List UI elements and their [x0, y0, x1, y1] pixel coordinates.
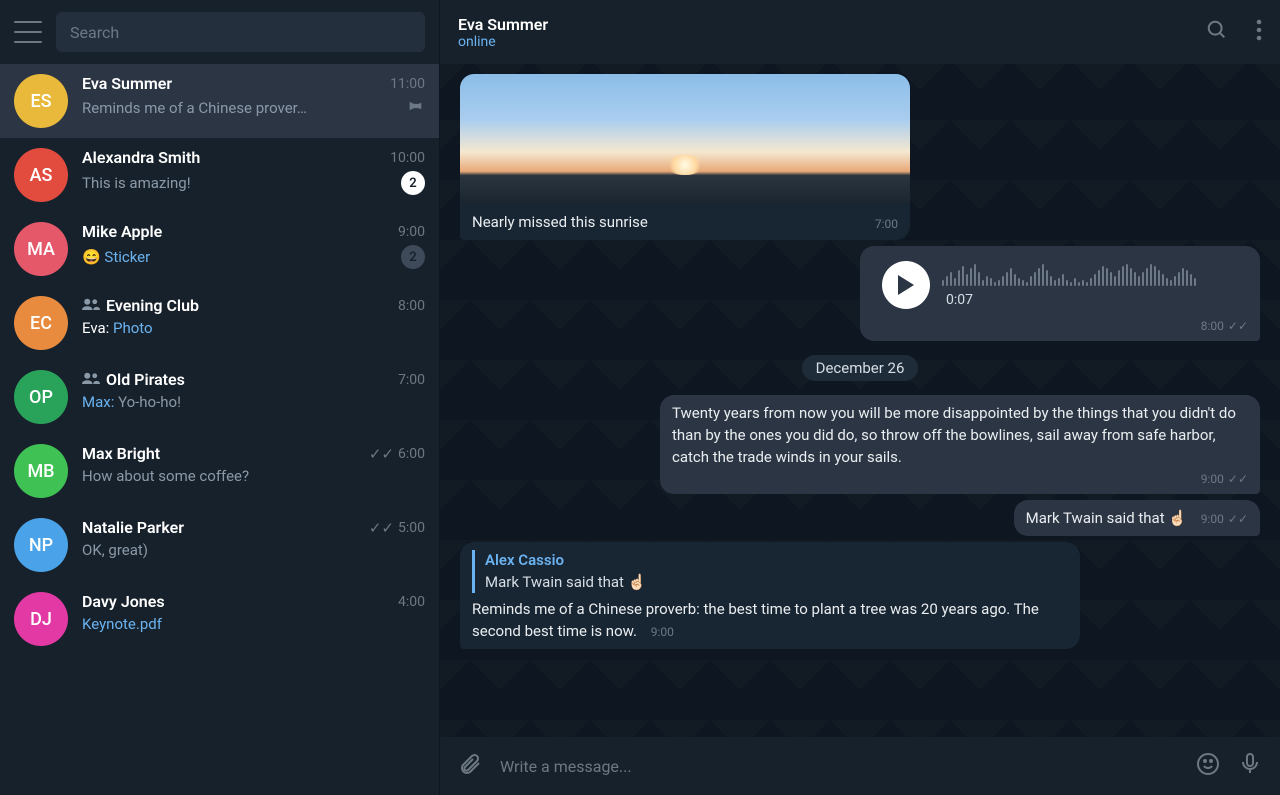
chat-preview: How about some coffee?: [82, 467, 249, 485]
read-checks-icon: ✓✓: [1228, 318, 1248, 335]
message-text: Mark Twain said that ☝🏻: [1026, 509, 1187, 527]
message-text: Twenty years from now you will be more d…: [672, 404, 1236, 466]
chat-preview: This is amazing!: [82, 174, 191, 192]
chat-item[interactable]: MB Max Bright ✓✓ 6:00 How about some cof…: [0, 434, 439, 508]
chat-name: Evening Club: [82, 296, 199, 315]
chat-name: Max Bright: [82, 444, 160, 463]
chat-item[interactable]: OP Old Pirates 7:00 Max: Yo-ho-ho!: [0, 360, 439, 434]
chat-name: Mike Apple: [82, 222, 162, 241]
chat-time: 7:00: [398, 372, 425, 388]
message-time: 9:00: [1201, 471, 1224, 488]
search-input[interactable]: [70, 23, 411, 42]
message-time: 9:00: [1201, 511, 1224, 528]
chat-time: 11:00: [390, 76, 425, 92]
message-input[interactable]: [500, 757, 1178, 776]
chat-preview: Reminds me of a Chinese prover…: [82, 99, 307, 117]
message-time: 7:00: [875, 216, 898, 233]
chat-item[interactable]: ES Eva Summer 11:00 Reminds me of a Chin…: [0, 64, 439, 138]
avatar: OP: [14, 370, 68, 424]
chat-item[interactable]: MA Mike Apple 9:00 😄 Sticker 2: [0, 212, 439, 286]
chat-time: ✓✓ 6:00: [369, 445, 425, 463]
chat-preview: Eva: Photo: [82, 319, 153, 337]
date-label: December 26: [802, 355, 919, 381]
group-icon: [82, 296, 100, 315]
unread-badge: 2: [401, 171, 425, 195]
text-message[interactable]: Mark Twain said that ☝🏻 9:00 ✓✓: [1014, 500, 1260, 536]
chat-time: 8:00: [398, 298, 425, 314]
read-checks-icon: ✓✓: [1228, 471, 1248, 488]
reply-message[interactable]: Alex Cassio Mark Twain said that ☝🏻 Remi…: [460, 542, 1080, 649]
message-in: Alex Cassio Mark Twain said that ☝🏻 Remi…: [460, 542, 1260, 649]
chat-preview: Keynote.pdf: [82, 615, 162, 633]
emoji-icon[interactable]: [1196, 752, 1220, 780]
reply-quoted-text: Mark Twain said that ☝🏻: [485, 572, 1068, 594]
hamburger-menu-icon[interactable]: [14, 21, 42, 43]
message-in: Nearly missed this sunrise 7:00: [460, 74, 1260, 240]
microphone-icon[interactable]: [1238, 752, 1262, 780]
image-caption: Nearly missed this sunrise: [472, 212, 648, 234]
avatar: MA: [14, 222, 68, 276]
chat-item[interactable]: NP Natalie Parker ✓✓ 5:00 OK, great): [0, 508, 439, 582]
voice-message[interactable]: 0:07 8:00 ✓✓: [860, 246, 1260, 342]
chat-time: ✓✓ 5:00: [369, 519, 425, 537]
pin-icon: [407, 97, 425, 119]
avatar: ES: [14, 74, 68, 128]
chat-name: Eva Summer: [82, 74, 172, 93]
avatar: MB: [14, 444, 68, 498]
voice-duration: 0:07: [946, 290, 1202, 310]
group-icon: [82, 370, 100, 389]
attach-icon[interactable]: [458, 752, 482, 780]
sunrise-image: [460, 74, 910, 204]
sidebar-topbar: [0, 0, 439, 64]
date-separator: December 26: [460, 347, 1260, 389]
chat-preview: Max: Yo-ho-ho!: [82, 393, 181, 411]
chat-name: Natalie Parker: [82, 518, 184, 537]
read-checks-icon: ✓✓: [1228, 511, 1248, 528]
reply-preview: Alex Cassio Mark Twain said that ☝🏻: [472, 550, 1068, 594]
chat-preview: OK, great): [82, 541, 148, 559]
conversation-panel: Eva Summer online Nearly missed this sun…: [440, 0, 1280, 795]
play-icon[interactable]: [882, 261, 930, 309]
image-message[interactable]: Nearly missed this sunrise 7:00: [460, 74, 910, 240]
message-time: 9:00: [651, 624, 674, 641]
message-text: Reminds me of a Chinese proverb: the bes…: [472, 600, 1039, 640]
chat-list: ES Eva Summer 11:00 Reminds me of a Chin…: [0, 64, 439, 795]
chat-name: Davy Jones: [82, 592, 165, 611]
chat-time: 9:00: [398, 224, 425, 240]
header-status: online: [458, 34, 548, 50]
unread-badge: 2: [401, 245, 425, 269]
header-contact-name[interactable]: Eva Summer: [458, 15, 548, 34]
conversation-header: Eva Summer online: [440, 0, 1280, 64]
messages-area: Nearly missed this sunrise 7:00 0:07 8:0…: [440, 64, 1280, 737]
chat-preview: 😄 Sticker: [82, 248, 150, 266]
message-out: Twenty years from now you will be more d…: [460, 395, 1260, 494]
chat-name: Old Pirates: [82, 370, 185, 389]
chat-item[interactable]: AS Alexandra Smith 10:00 This is amazing…: [0, 138, 439, 212]
message-out: 0:07 8:00 ✓✓: [460, 246, 1260, 342]
composer: [440, 737, 1280, 795]
sidebar: ES Eva Summer 11:00 Reminds me of a Chin…: [0, 0, 440, 795]
avatar: DJ: [14, 592, 68, 646]
chat-name: Alexandra Smith: [82, 148, 200, 167]
waveform: [942, 260, 1202, 286]
more-menu-icon[interactable]: [1256, 19, 1262, 45]
reply-sender-name: Alex Cassio: [485, 550, 1068, 572]
chat-item[interactable]: EC Evening Club 8:00 Eva: Photo: [0, 286, 439, 360]
message-time: 8:00: [1201, 318, 1224, 335]
chat-time: 4:00: [398, 594, 425, 610]
avatar: EC: [14, 296, 68, 350]
chat-time: 10:00: [390, 150, 425, 166]
avatar: AS: [14, 148, 68, 202]
chat-item[interactable]: DJ Davy Jones 4:00 Keynote.pdf: [0, 582, 439, 656]
avatar: NP: [14, 518, 68, 572]
message-out: Mark Twain said that ☝🏻 9:00 ✓✓: [460, 500, 1260, 536]
search-icon[interactable]: [1206, 19, 1228, 45]
text-message[interactable]: Twenty years from now you will be more d…: [660, 395, 1260, 494]
search-box: [56, 12, 425, 52]
